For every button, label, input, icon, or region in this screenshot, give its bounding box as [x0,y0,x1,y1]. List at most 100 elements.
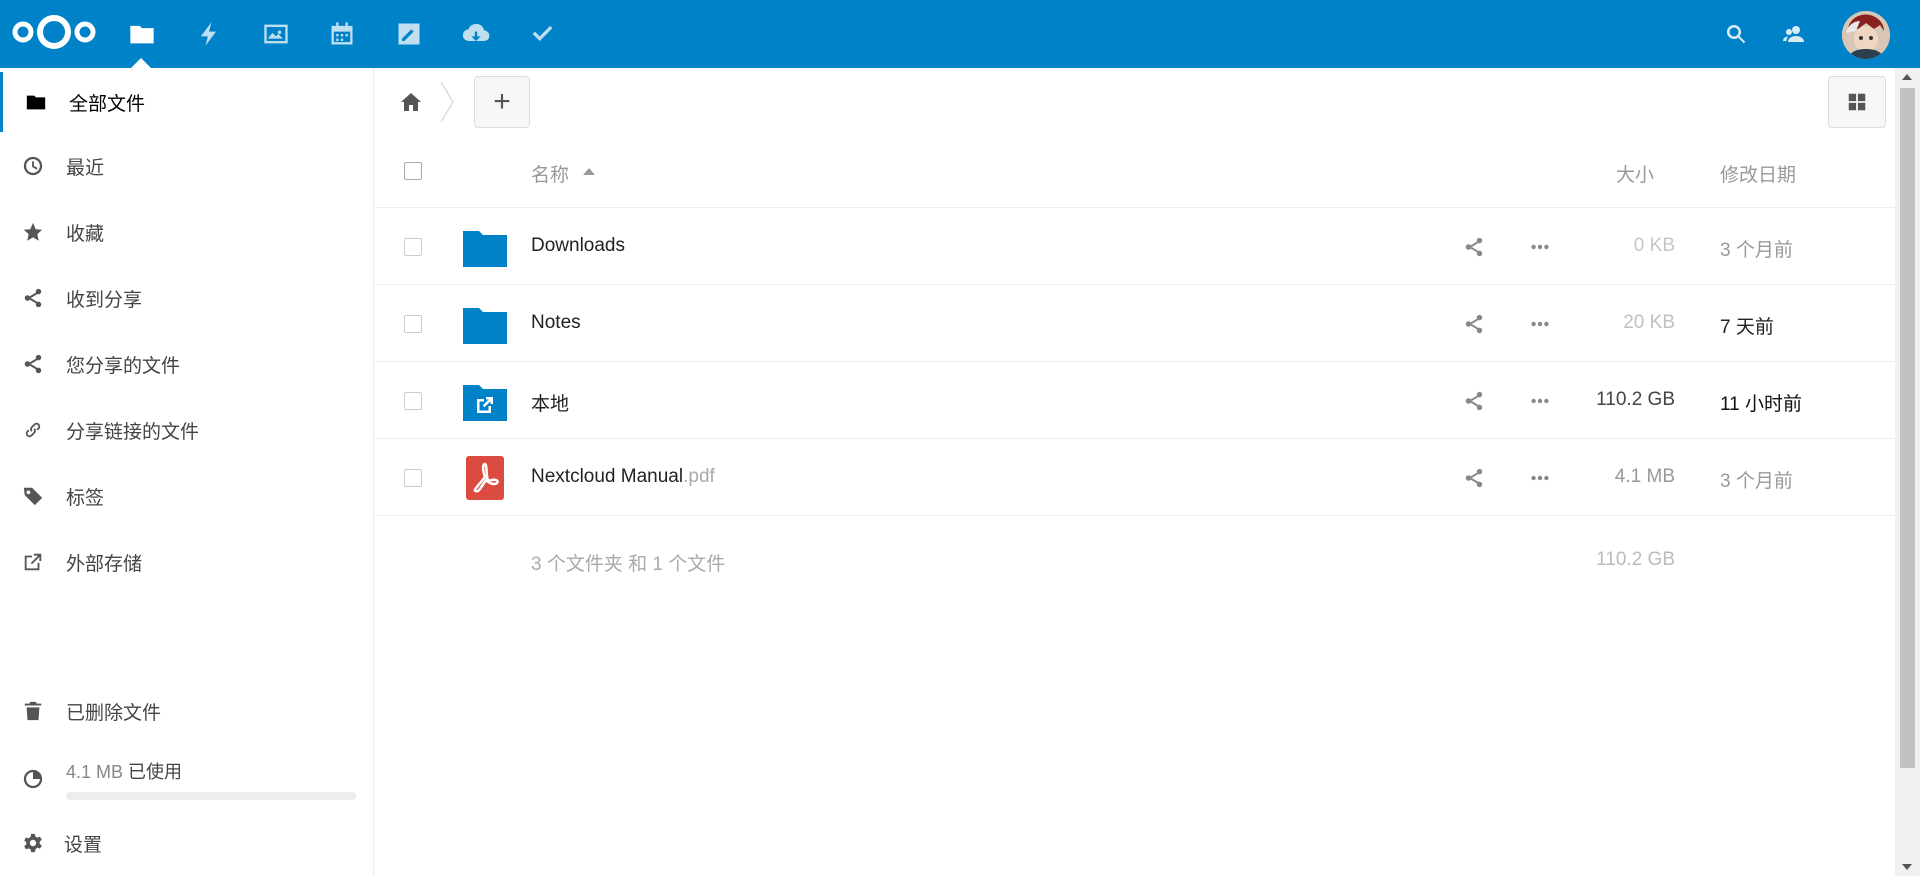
scrollbar[interactable] [1895,68,1920,876]
clock-icon [20,153,46,179]
link-icon [20,417,46,443]
folder-icon [463,308,507,344]
file-modified: 7 天前 [1720,317,1774,338]
file-modified: 3 个月前 [1720,240,1793,261]
share-icon[interactable] [1460,464,1488,492]
pdf-file-icon [466,456,504,500]
nav-item-external-storage[interactable]: 外部存储 [0,532,373,592]
tag-icon [20,483,46,509]
scrollbar-thumb[interactable] [1900,88,1915,768]
breadcrumb-separator [440,81,454,123]
nav-item-all-files[interactable]: 全部文件 [0,72,373,132]
top-header [0,0,1920,68]
quota-used-suffix: 已使用 [128,762,183,782]
nav-item-favorites[interactable]: 收藏 [0,202,373,262]
nav-item-shared-by-link[interactable]: 分享链接的文件 [0,400,373,460]
file-row-notes[interactable]: Notes 20 KB 7 天前 [375,286,1895,362]
file-name: Downloads [531,235,625,257]
file-row-downloads[interactable]: Downloads 0 KB 3 个月前 [375,209,1895,285]
external-storage-folder-icon [463,385,507,421]
app-calendar-icon[interactable] [322,14,362,54]
row-checkbox[interactable] [404,392,422,410]
files-controls: + [375,68,1895,136]
row-checkbox[interactable] [404,238,422,256]
quota-pie-icon [20,766,46,792]
file-basename: Notes [531,312,581,333]
folder-icon [23,89,49,115]
scroll-up-arrow-icon[interactable] [1902,74,1912,80]
select-all-checkbox[interactable] [404,162,422,180]
file-summary-text: 3 个文件夹 和 1 个文件 [531,554,726,575]
grid-view-toggle-icon[interactable] [1828,76,1886,128]
sort-ascending-icon[interactable] [583,168,595,175]
nextcloud-logo[interactable] [8,10,100,54]
row-checkbox[interactable] [404,315,422,333]
file-row-local[interactable]: 本地 110.2 GB 11 小时前 [375,363,1895,439]
app-notes-pencil-icon[interactable] [389,14,429,54]
nav-item-label: 外部存储 [66,553,143,575]
nav-item-shared-with-you[interactable]: 收到分享 [0,268,373,328]
breadcrumb-home-icon[interactable] [391,82,431,122]
file-name: Nextcloud Manual.pdf [531,466,715,488]
quota-text: 4.1 MB 已使用 [66,758,182,784]
file-size: 110.2 GB [1596,389,1675,410]
nav-item-label: 最近 [66,157,105,179]
storage-quota[interactable]: 4.1 MB 已使用 [0,748,373,818]
file-basename: Downloads [531,235,625,256]
nav-item-label: 分享链接的文件 [66,421,200,443]
file-size: 4.1 MB [1614,466,1675,487]
nav-item-label: 收到分享 [66,289,143,311]
share-icon[interactable] [1460,310,1488,338]
nav-item-label: 全部文件 [69,93,146,115]
share-icon [20,351,46,377]
share-icon[interactable] [1460,387,1488,415]
file-size: 20 KB [1623,312,1675,333]
app-navigation: 全部文件 最近 收藏 收到分享 您分享的文件 分享链接的文件 标签 外部存储 已… [0,68,374,876]
file-modified: 3 个月前 [1720,471,1793,492]
column-header-modified[interactable]: 修改日期 [1720,160,1796,187]
nav-item-label: 已删除文件 [66,702,162,724]
nav-item-label: 您分享的文件 [66,355,181,377]
external-link-icon [20,549,46,575]
file-basename: Nextcloud Manual [531,466,684,487]
column-header-size[interactable]: 大小 [1605,160,1665,187]
avatar[interactable] [1842,11,1890,59]
file-row-nextcloud-manual[interactable]: Nextcloud Manual.pdf 4.1 MB 3 个月前 [375,440,1895,516]
files-main: + 名称 大小 修改日期 Downloads 0 KB 3 个月前 Notes … [375,68,1895,876]
file-summary-size: 110.2 GB [1596,549,1675,570]
row-checkbox[interactable] [404,469,422,487]
file-size: 0 KB [1633,235,1675,256]
nav-item-recent[interactable]: 最近 [0,136,373,196]
file-name: Notes [531,312,581,334]
app-tasks-checkmark-icon[interactable] [522,14,562,54]
quota-progress-bar [66,792,356,800]
trash-icon [20,698,46,724]
contacts-icon[interactable] [1776,16,1812,52]
file-name: 本地 [531,389,569,416]
active-app-caret [131,58,151,68]
nav-item-tags[interactable]: 标签 [0,466,373,526]
nav-item-deleted-files[interactable]: 已删除文件 [0,681,373,741]
app-gallery-image-icon[interactable] [256,14,296,54]
file-table-header [375,136,1895,208]
search-icon[interactable] [1718,16,1754,52]
nav-item-label: 设置 [64,834,103,856]
column-header-name[interactable]: 名称 [531,160,569,187]
new-file-button[interactable]: + [474,76,530,128]
star-icon [20,219,46,245]
file-basename: 本地 [531,394,570,415]
share-icon [20,285,46,311]
nav-item-shared-by-you[interactable]: 您分享的文件 [0,334,373,394]
app-files-folder-icon[interactable] [122,14,162,54]
gear-icon [20,830,46,856]
quota-used: 4.1 MB [66,762,124,782]
folder-icon [463,231,507,267]
app-downloads-cloud-download-icon[interactable] [456,14,496,54]
nav-item-settings[interactable]: 设置 [0,813,373,873]
nav-item-label: 标签 [66,487,105,509]
file-modified: 11 小时前 [1720,394,1803,415]
share-icon[interactable] [1460,233,1488,261]
scroll-down-arrow-icon[interactable] [1902,864,1912,870]
nav-item-label: 收藏 [66,223,105,245]
app-activity-lightning-icon[interactable] [189,14,229,54]
